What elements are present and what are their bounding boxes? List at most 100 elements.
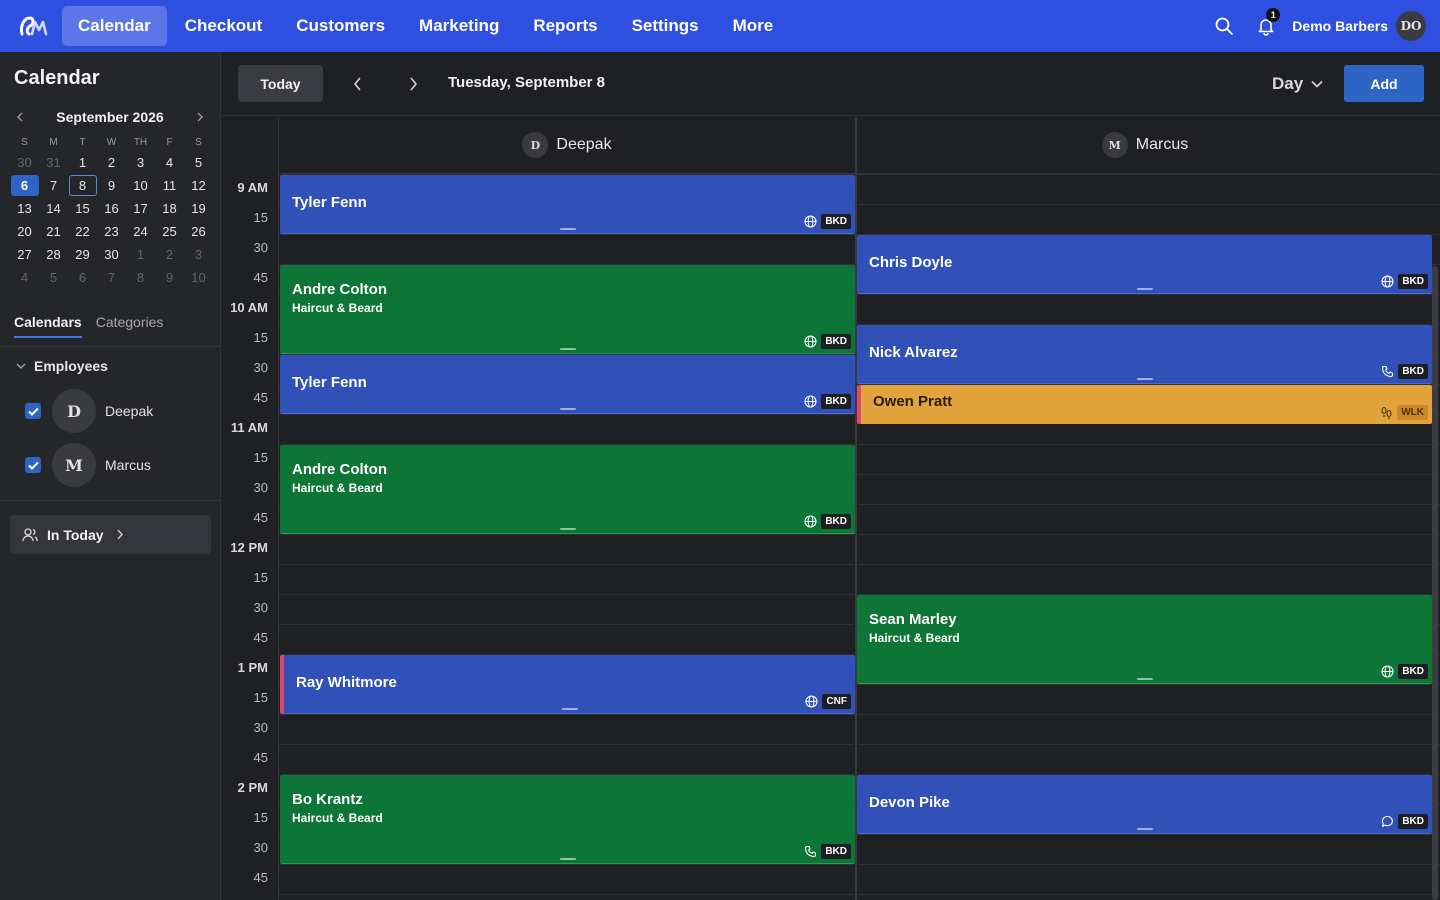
resize-handle[interactable]: [1136, 288, 1153, 290]
mini-calendar-day[interactable]: 1: [68, 151, 97, 174]
appointment-card[interactable]: Chris Doyle BKD: [857, 235, 1432, 294]
appointment-card[interactable]: Devon Pike BKD: [857, 775, 1432, 834]
employee-row-deepak[interactable]: D Deepak: [25, 389, 153, 433]
resize-handle[interactable]: [559, 408, 576, 410]
add-button[interactable]: Add: [1344, 65, 1424, 102]
mini-calendar-day[interactable]: 8: [126, 266, 155, 289]
nav-item-more[interactable]: More: [717, 6, 790, 46]
mini-calendar-day[interactable]: 8: [68, 174, 97, 197]
appointment-card[interactable]: Sean Marley Haircut & Beard BKD: [857, 595, 1432, 684]
mini-calendar-day[interactable]: 31: [39, 151, 68, 174]
resize-handle[interactable]: [559, 228, 576, 230]
tab-categories[interactable]: Categories: [96, 314, 164, 338]
mini-calendar-day[interactable]: 15: [68, 197, 97, 220]
mini-calendar-day[interactable]: 21: [39, 220, 68, 243]
in-today-button[interactable]: In Today: [10, 515, 211, 554]
previous-day-button[interactable]: [345, 72, 369, 96]
mini-calendar-day[interactable]: 29: [68, 243, 97, 266]
resize-handle[interactable]: [559, 858, 576, 860]
mini-calendar-day[interactable]: 6: [10, 174, 39, 197]
employee-checkbox-deepak[interactable]: [25, 403, 41, 419]
mini-calendar-day[interactable]: 20: [10, 220, 39, 243]
mini-calendar-day[interactable]: 7: [97, 266, 126, 289]
mini-calendar-day[interactable]: 3: [184, 243, 213, 266]
mini-calendar-day[interactable]: 2: [97, 151, 126, 174]
next-day-button[interactable]: [401, 72, 425, 96]
appointment-card[interactable]: Tyler Fenn BKD: [280, 175, 855, 234]
globe-icon: [804, 515, 817, 528]
mini-calendar-day[interactable]: 14: [39, 197, 68, 220]
mini-calendar-day[interactable]: 5: [39, 266, 68, 289]
resize-handle[interactable]: [1136, 678, 1153, 680]
mini-calendar-day[interactable]: 11: [155, 174, 184, 197]
calendar-scrollbar[interactable]: [1432, 266, 1438, 900]
mini-calendar-day[interactable]: 30: [97, 243, 126, 266]
mini-calendar-day[interactable]: 19: [184, 197, 213, 220]
mini-calendar-day[interactable]: 17: [126, 197, 155, 220]
appointment-card[interactable]: Ray Whitmore CNF: [280, 655, 855, 714]
appointment-card[interactable]: Nick Alvarez BKD: [857, 325, 1432, 384]
app-logo-icon[interactable]: [18, 12, 50, 40]
mini-calendar-day[interactable]: 27: [10, 243, 39, 266]
mini-calendar-day[interactable]: 12: [184, 174, 213, 197]
tab-calendars[interactable]: Calendars: [14, 314, 82, 338]
resize-handle[interactable]: [559, 348, 576, 350]
appointment-card[interactable]: Andre Colton Haircut & Beard BKD: [280, 445, 855, 534]
today-button[interactable]: Today: [238, 65, 323, 102]
nav-item-marketing[interactable]: Marketing: [403, 6, 515, 46]
nav-item-checkout[interactable]: Checkout: [169, 6, 278, 46]
mini-calendar-day[interactable]: 10: [184, 266, 213, 289]
employee-row-marcus[interactable]: M Marcus: [25, 443, 151, 487]
mini-calendar-day[interactable]: 9: [155, 266, 184, 289]
employees-group-toggle[interactable]: Employees: [16, 358, 108, 374]
mini-calendar-day[interactable]: 7: [39, 174, 68, 197]
mini-calendar-day[interactable]: 3: [126, 151, 155, 174]
account-name[interactable]: Demo Barbers: [1292, 18, 1388, 34]
view-selector[interactable]: Day: [1272, 74, 1323, 94]
mini-calendar-day[interactable]: 2: [155, 243, 184, 266]
mini-calendar-day[interactable]: 25: [155, 220, 184, 243]
mini-calendar-day[interactable]: 24: [126, 220, 155, 243]
nav-item-reports[interactable]: Reports: [517, 6, 613, 46]
search-button[interactable]: [1208, 10, 1240, 42]
resize-handle[interactable]: [1136, 828, 1153, 830]
mini-calendar-day[interactable]: 30: [10, 151, 39, 174]
avatar: M: [52, 443, 96, 487]
mini-calendar-day[interactable]: 1: [126, 243, 155, 266]
appointment-client-name: Tyler Fenn: [292, 374, 367, 391]
mini-calendar-grid: S M T W TH F S 30 31 1 2 3 4 5 6 7 8 9 10 11 12 13 14 15 16 17 18 1…: [10, 134, 213, 289]
mini-calendar-day[interactable]: 18: [155, 197, 184, 220]
mini-calendar-next-button[interactable]: [190, 108, 210, 126]
mini-calendar-day[interactable]: 4: [10, 266, 39, 289]
nav-item-settings[interactable]: Settings: [616, 6, 715, 46]
mini-calendar-day[interactable]: 23: [97, 220, 126, 243]
appointment-card[interactable]: Andre Colton Haircut & Beard BKD: [280, 265, 855, 354]
time-label: 30: [253, 360, 268, 375]
mini-calendar-day[interactable]: 6: [68, 266, 97, 289]
mini-calendar-day[interactable]: 9: [97, 174, 126, 197]
notifications-button[interactable]: 1: [1250, 8, 1282, 42]
time-label: 15: [253, 450, 268, 465]
mini-calendar-day[interactable]: 5: [184, 151, 213, 174]
appointment-card[interactable]: Tyler Fenn BKD: [280, 355, 855, 414]
nav-item-calendar[interactable]: Calendar: [62, 6, 167, 46]
mini-calendar-day[interactable]: 22: [68, 220, 97, 243]
status-badge: WLK: [1397, 405, 1428, 420]
nav-item-customers[interactable]: Customers: [280, 6, 401, 46]
mini-calendar-day[interactable]: 10: [126, 174, 155, 197]
mini-calendar-day[interactable]: 26: [184, 220, 213, 243]
resize-handle[interactable]: [1136, 378, 1153, 380]
employee-checkbox-marcus[interactable]: [25, 457, 41, 473]
mini-calendar-day[interactable]: 16: [97, 197, 126, 220]
resize-handle[interactable]: [559, 528, 576, 530]
mini-calendar-day[interactable]: 28: [39, 243, 68, 266]
appointment-card[interactable]: Owen Pratt WLK: [857, 385, 1432, 424]
resize-handle[interactable]: [561, 708, 578, 710]
mini-calendar-prev-button[interactable]: [10, 108, 30, 126]
sidebar-tabs: Calendars Categories: [14, 314, 177, 338]
account-avatar[interactable]: DO: [1396, 11, 1426, 41]
appointment-card[interactable]: Bo Krantz Haircut & Beard BKD: [280, 775, 855, 864]
mini-calendar-day[interactable]: 13: [10, 197, 39, 220]
mini-calendar-day[interactable]: 4: [155, 151, 184, 174]
time-label: 15: [253, 330, 268, 345]
